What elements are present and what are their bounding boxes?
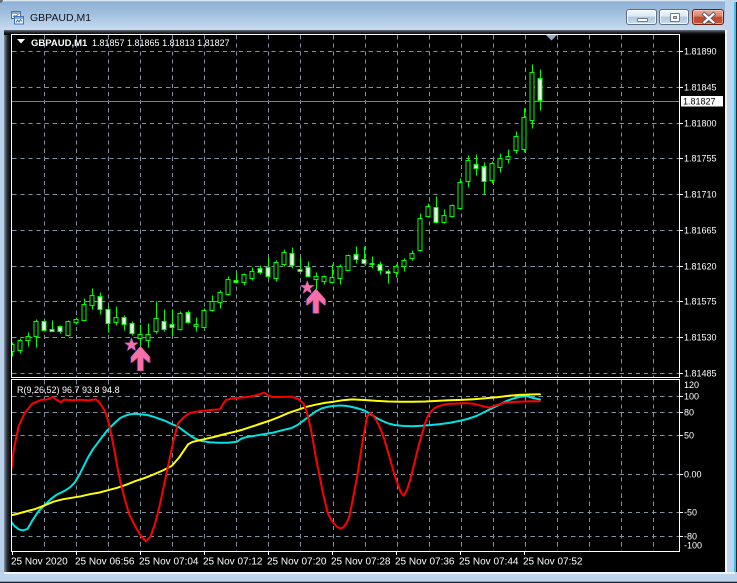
svg-text:25 Nov 07:04: 25 Nov 07:04 (139, 557, 199, 568)
svg-text:1.81530: 1.81530 (684, 333, 717, 343)
svg-text:120: 120 (684, 380, 699, 390)
svg-text:50: 50 (684, 431, 694, 441)
svg-text:1.81620: 1.81620 (684, 262, 717, 272)
svg-text:25 Nov 07:12: 25 Nov 07:12 (203, 557, 263, 568)
svg-text:25 Nov 07:28: 25 Nov 07:28 (331, 557, 391, 568)
svg-text:25 Nov 07:44: 25 Nov 07:44 (459, 557, 519, 568)
svg-text:1.81845: 1.81845 (684, 83, 717, 93)
svg-text:1.81575: 1.81575 (684, 297, 717, 307)
svg-text:100: 100 (684, 392, 699, 402)
svg-text:-50: -50 (684, 508, 697, 518)
svg-text:1.81485: 1.81485 (684, 369, 717, 379)
svg-text:1.81857 1.81865 1.81813 1.8182: 1.81857 1.81865 1.81813 1.81827 (92, 38, 230, 48)
svg-text:25 Nov 06:56: 25 Nov 06:56 (75, 557, 135, 568)
svg-text:1.81890: 1.81890 (684, 47, 717, 57)
svg-text:25 Nov 07:36: 25 Nov 07:36 (395, 557, 455, 568)
svg-text:-100: -100 (684, 541, 702, 551)
svg-text:1.81755: 1.81755 (684, 154, 717, 164)
svg-text:1.81710: 1.81710 (684, 190, 717, 200)
svg-text:25 Nov 07:20: 25 Nov 07:20 (267, 557, 327, 568)
svg-text:1.81665: 1.81665 (684, 226, 717, 236)
svg-text:1.81800: 1.81800 (684, 119, 717, 129)
svg-text:25 Nov 07:52: 25 Nov 07:52 (523, 557, 583, 568)
svg-text:0.00: 0.00 (684, 470, 702, 480)
svg-text:1.81827: 1.81827 (683, 97, 716, 107)
svg-text:R(9,26,52) 96.7 93.8 94.8: R(9,26,52) 96.7 93.8 94.8 (17, 385, 120, 395)
svg-text:80: 80 (684, 408, 694, 418)
svg-text:GBPAUD,M1: GBPAUD,M1 (31, 38, 88, 49)
svg-text:25 Nov 2020: 25 Nov 2020 (11, 557, 68, 568)
